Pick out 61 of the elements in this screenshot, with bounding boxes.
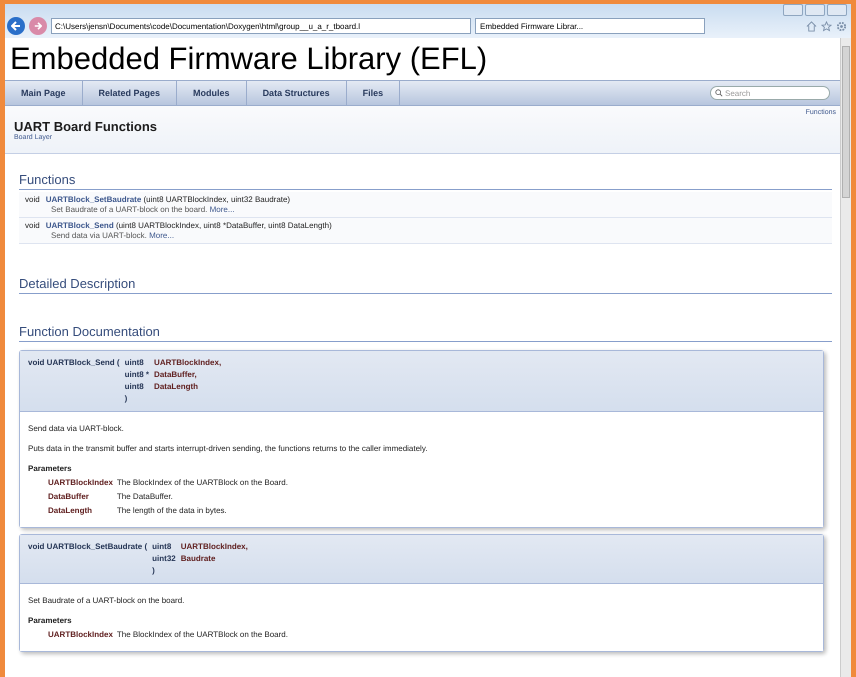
parameters-title: Parameters xyxy=(28,464,73,473)
parameter-name: UARTBlockIndex, xyxy=(154,358,222,367)
return-type: void xyxy=(25,195,40,204)
closing-paren: ) xyxy=(124,394,128,403)
arrow-left-icon xyxy=(11,21,21,31)
parameter-name: Baudrate xyxy=(180,554,216,563)
minimize-button[interactable] xyxy=(783,4,803,16)
closing-paren: ) xyxy=(152,566,156,575)
parameter-type: uint32 xyxy=(152,554,176,563)
parameter-name: UARTBlockIndex xyxy=(48,630,113,639)
parameter-name: DataBuffer, xyxy=(154,370,198,379)
return-type: void xyxy=(25,221,40,230)
nav-tab[interactable]: Main Page xyxy=(5,81,83,105)
more-link[interactable]: More... xyxy=(210,205,235,214)
section-heading: Detailed Description xyxy=(19,276,832,294)
star-icon[interactable] xyxy=(821,20,832,32)
close-button[interactable] xyxy=(827,4,847,16)
parameter-name: UARTBlockIndex, xyxy=(180,542,248,551)
parameter-name: UARTBlockIndex xyxy=(48,478,113,487)
section-heading: Functions xyxy=(19,172,832,190)
parameter-description: The DataBuffer. xyxy=(116,492,174,501)
nav-tab[interactable]: Related Pages xyxy=(82,81,178,105)
description-text: Puts data in the transmit buffer and starts interrupt-driven sending, the functions returns to the caller immediately. xyxy=(28,444,428,453)
function-signature: void UARTBlock_SetBaudrate ( xyxy=(28,542,148,551)
nav-tab[interactable]: Modules xyxy=(177,81,247,105)
parameter-type: uint8 xyxy=(124,358,145,367)
function-brief: Send data via UART-block. xyxy=(51,231,147,240)
forward-button[interactable] xyxy=(29,17,47,35)
home-icon[interactable] xyxy=(806,20,817,32)
parameter-name: DataBuffer xyxy=(48,492,90,501)
section-heading: Function Documentation xyxy=(19,324,832,342)
nav-tab[interactable]: Files xyxy=(346,81,400,105)
back-button[interactable] xyxy=(7,17,25,35)
function-signature: void UARTBlock_Send ( xyxy=(28,358,120,367)
search-icon xyxy=(715,89,723,97)
parameter-name: DataLength xyxy=(154,382,200,391)
function-arguments: (uint8 UARTBlockIndex, uint8 *DataBuffer, uint8 DataLength) xyxy=(116,221,332,230)
parameter-description: The BlockIndex of the UARTBlock on the Board. xyxy=(116,478,289,487)
address-bar[interactable]: C:\Users\jensn\Documents\code\Documentation\Doxygen\html\group__u_a_r_tboard.l xyxy=(51,18,471,34)
description-text: Send data via UART-block. xyxy=(28,424,125,433)
settings-icon[interactable] xyxy=(836,20,847,32)
arrow-right-icon xyxy=(34,22,42,30)
parameter-type: uint8 * xyxy=(124,370,150,379)
maximize-button[interactable] xyxy=(805,4,825,16)
function-link[interactable]: UARTBlock_SetBaudrate xyxy=(46,195,142,204)
page-title: UART Board Functions xyxy=(14,119,157,134)
parameter-type: uint8 xyxy=(152,542,172,551)
description-text: Set Baudrate of a UART-block on the board. xyxy=(28,596,186,605)
parameter-type: uint8 xyxy=(124,382,145,391)
scrollbar[interactable] xyxy=(840,38,851,677)
parameters-title: Parameters xyxy=(28,616,73,625)
nav-tab[interactable]: Data Structures xyxy=(246,81,347,105)
browser-tab[interactable]: Embedded Firmware Librar... xyxy=(475,18,705,34)
project-title: Embedded Firmware Library (EFL) xyxy=(9,40,488,78)
function-link[interactable]: UARTBlock_Send xyxy=(46,221,114,230)
function-brief: Set Baudrate of a UART-block on the board. xyxy=(51,205,208,214)
parameter-name: DataLength xyxy=(48,506,93,515)
parameter-description: The length of the data in bytes. xyxy=(116,506,228,515)
more-link[interactable]: More... xyxy=(149,231,174,240)
function-arguments: (uint8 UARTBlockIndex, uint32 Baudrate) xyxy=(144,195,290,204)
parameter-description: The BlockIndex of the UARTBlock on the Board. xyxy=(116,630,289,639)
